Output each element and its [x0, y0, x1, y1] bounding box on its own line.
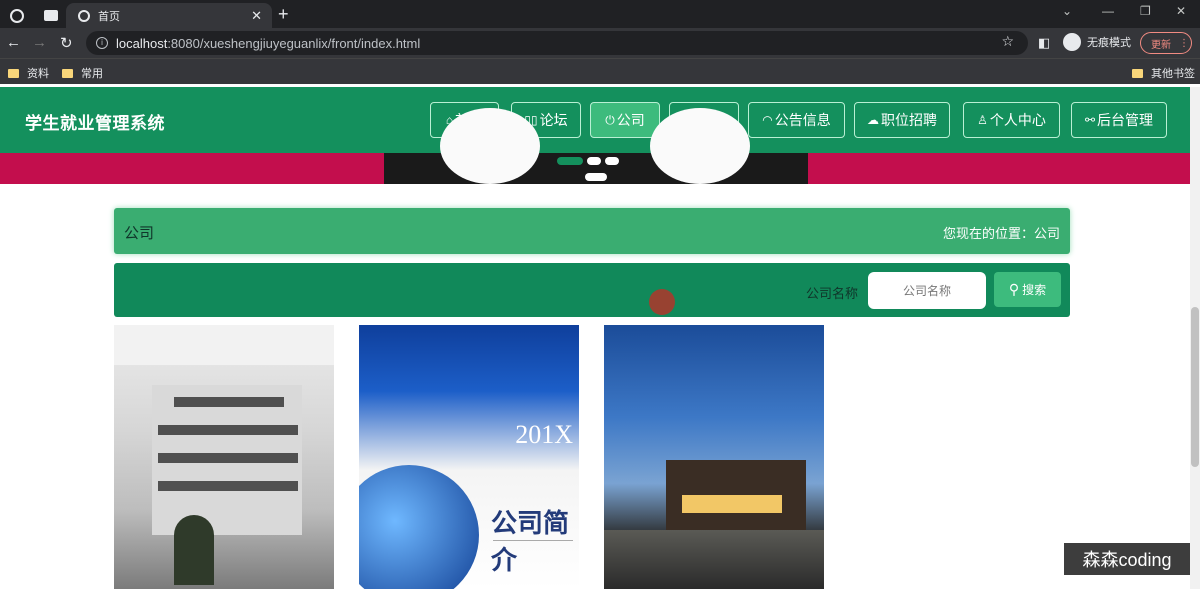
company-name-input[interactable]: [868, 272, 986, 309]
cover-subtitle-lines: [493, 540, 573, 562]
plant: [174, 515, 214, 585]
search-icon: ⚲: [1008, 281, 1020, 297]
location-current[interactable]: 公司: [1034, 226, 1060, 241]
active-tab[interactable]: 首页 ✕: [66, 3, 272, 28]
nav-label: 论坛: [539, 112, 568, 128]
close-window-icon[interactable]: ✕: [1176, 4, 1186, 18]
back-icon[interactable]: ←: [6, 34, 21, 51]
site-title[interactable]: 学生就业管理系统: [25, 109, 165, 134]
incognito-icon: [1063, 33, 1081, 51]
user-icon: ♙: [977, 113, 988, 127]
mouse-cursor: [649, 289, 675, 315]
watermark: 森森coding: [1064, 543, 1190, 575]
carousel-dot[interactable]: [585, 173, 607, 181]
browser-tab-strip: 首页 ✕ + ⌄ — ❐ ✕: [0, 0, 1200, 28]
bookmark-folder[interactable]: 常用: [62, 65, 103, 81]
url-host: localhost: [116, 35, 168, 51]
nav-label: 个人中心: [989, 112, 1046, 128]
carousel-dot[interactable]: [587, 157, 601, 165]
sidepanel-icon[interactable]: ◧: [1038, 35, 1050, 51]
folder-icon: [1132, 68, 1143, 78]
star-icon[interactable]: ☆: [1001, 33, 1014, 50]
link-cloud-icon: ☁: [867, 113, 879, 127]
site-header: 学生就业管理系统 ⌂首页 ▯▯论坛 ⏻公司 ○简历 ◠公告信息 ☁职位招聘 ♙个…: [0, 87, 1190, 153]
dashboard-icon: ◠: [762, 113, 773, 127]
carousel-dot[interactable]: [605, 157, 619, 165]
close-icon[interactable]: ✕: [251, 8, 262, 24]
location-prefix: 您现在的位置：: [942, 226, 1034, 241]
nav-label: 公司: [616, 112, 645, 128]
nav-personal-center[interactable]: ♙ 个人中心: [963, 102, 1060, 138]
reload-icon[interactable]: ↻: [60, 34, 73, 52]
search-button-label: 搜索: [1022, 283, 1047, 297]
nav-label: 后台管理: [1097, 112, 1154, 128]
bookmark-label: 常用: [81, 68, 103, 80]
nav-jobs[interactable]: ☁ 职位招聘: [854, 102, 950, 138]
company-card[interactable]: [604, 325, 824, 589]
pinned-tab-2[interactable]: [44, 3, 58, 28]
sign-line: [158, 481, 298, 491]
update-label: 更新: [1151, 39, 1171, 51]
link-icon: ⚯: [1084, 113, 1096, 127]
tab-title: 首页: [98, 10, 120, 23]
breadcrumb: 公司 您现在的位置：公司: [114, 208, 1070, 254]
info-icon[interactable]: i: [96, 37, 108, 49]
page-scrollbar[interactable]: [1190, 87, 1200, 589]
company-card[interactable]: [114, 325, 334, 589]
bookmark-folder[interactable]: 资料: [8, 65, 49, 81]
address-bar[interactable]: i localhost :8080/xueshengjiuyeguanlix/f…: [86, 31, 1028, 55]
globe-graphic: [359, 465, 479, 589]
forward-icon[interactable]: →: [32, 34, 47, 51]
restore-icon[interactable]: ❐: [1140, 4, 1151, 18]
update-button[interactable]: 更新 ⋮: [1140, 32, 1192, 54]
carousel-dot-active[interactable]: [557, 157, 583, 165]
folder-icon: [8, 68, 19, 78]
nav-company[interactable]: ⏻ 公司: [590, 102, 660, 138]
sign-line: [158, 453, 298, 463]
search-button[interactable]: ⚲ 搜索: [994, 272, 1061, 307]
browser-toolbar: ← → ↻ i localhost :8080/xueshengjiuyegua…: [0, 28, 1200, 58]
other-bookmarks-label: 其他书签: [1151, 68, 1195, 80]
banner-shape: [650, 108, 750, 184]
page-title: 公司: [124, 225, 155, 242]
company-card[interactable]: 201X 公司简介: [359, 325, 579, 589]
globe-icon: [10, 8, 24, 23]
bookmark-label: 资料: [27, 68, 49, 80]
incognito-label: 无痕模式: [1087, 37, 1131, 49]
search-bar: 公司名称 ⚲ 搜索: [114, 263, 1070, 317]
location-text: 您现在的位置：公司: [943, 223, 1060, 242]
globe-icon: [78, 9, 90, 22]
chevron-down-icon[interactable]: ⌄: [1062, 4, 1072, 18]
nav-announcements[interactable]: ◠ 公告信息: [748, 102, 845, 138]
ceiling: [114, 325, 334, 365]
banner-shape: [440, 108, 540, 184]
sign-line: [174, 397, 284, 407]
banner-carousel[interactable]: [0, 108, 1190, 184]
folder-icon: [62, 68, 73, 78]
power-icon: ⏻: [605, 112, 615, 127]
minimize-icon[interactable]: —: [1102, 4, 1114, 18]
pinned-tab[interactable]: [10, 3, 24, 28]
carousel-indicators: [557, 157, 619, 165]
sign-line: [158, 425, 298, 435]
other-bookmarks[interactable]: 其他书签: [1132, 65, 1195, 81]
nav-admin[interactable]: ⚯ 后台管理: [1071, 102, 1167, 138]
kebab-menu-icon[interactable]: ⋮: [1179, 38, 1189, 49]
nav-label: 公告信息: [774, 112, 831, 128]
bookmarks-bar: 资料 常用 其他书签: [0, 58, 1200, 84]
incognito-indicator[interactable]: 无痕模式: [1063, 33, 1131, 51]
new-tab-button[interactable]: +: [278, 4, 289, 25]
cover-year: 201X: [515, 420, 573, 449]
building-lights: [682, 495, 782, 513]
water-reflection: [604, 530, 824, 589]
scrollbar-thumb[interactable]: [1191, 307, 1199, 467]
search-label: 公司名称: [806, 286, 859, 301]
nav-label: 职位招聘: [881, 112, 937, 128]
url-path: :8080/xueshengjiuyeguanlix/front/index.h…: [167, 35, 421, 51]
window-icon: [44, 10, 58, 21]
